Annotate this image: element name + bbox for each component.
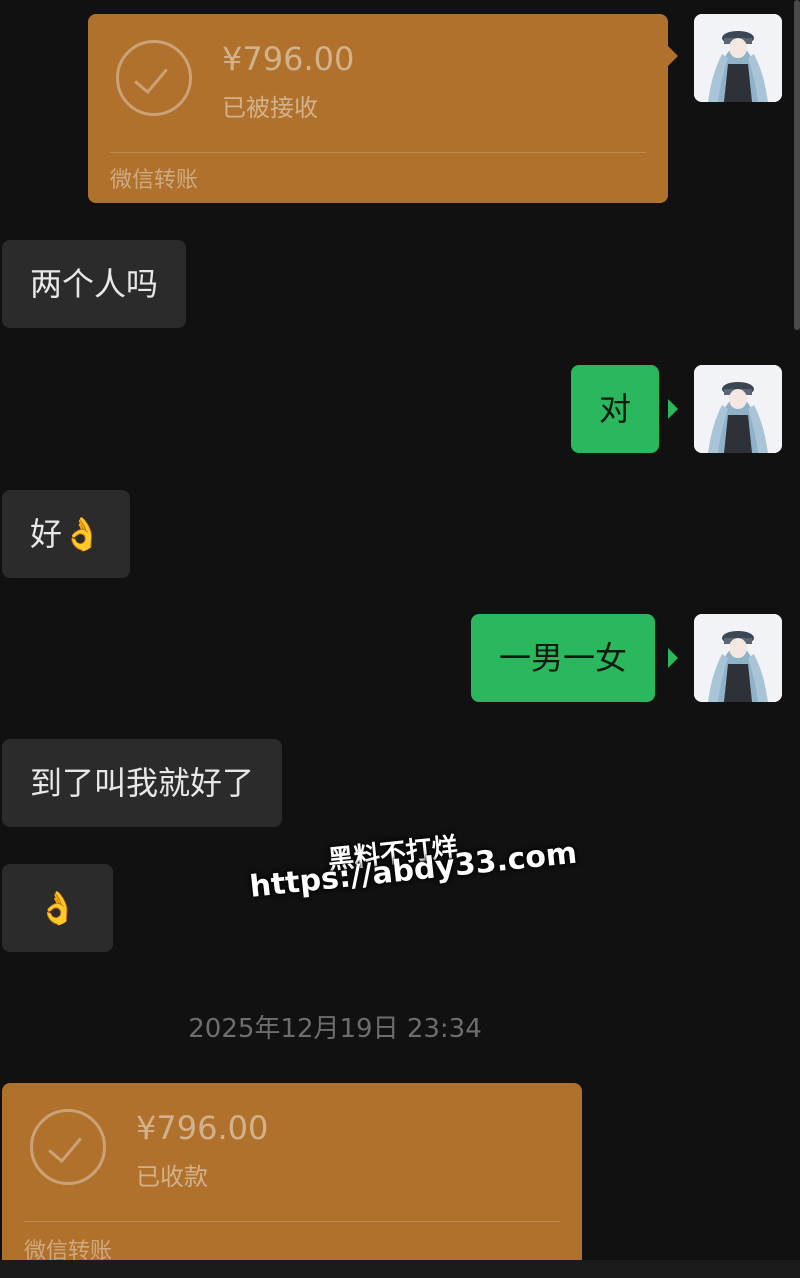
avatar[interactable] xyxy=(694,614,782,702)
transfer-card-sent[interactable]: ¥796.00 已被接收 微信转账 xyxy=(88,14,668,203)
transfer-status: 已被接收 xyxy=(222,94,318,122)
transfer-amount: ¥796.00 xyxy=(136,1109,269,1147)
check-circle-icon xyxy=(30,1109,106,1185)
check-circle-icon xyxy=(116,40,192,116)
avatar[interactable] xyxy=(694,365,782,453)
bubble-tail xyxy=(668,648,678,668)
message-incoming[interactable]: 👌 xyxy=(2,864,113,952)
anime-avatar-icon xyxy=(694,365,782,453)
avatar[interactable] xyxy=(694,14,782,102)
anime-avatar-icon xyxy=(694,14,782,102)
transfer-divider xyxy=(110,152,646,153)
message-outgoing[interactable]: 一男一女 xyxy=(471,614,656,702)
message-incoming[interactable]: 好👌 xyxy=(2,490,130,578)
transfer-status: 已收款 xyxy=(136,1163,208,1191)
scrollbar[interactable] xyxy=(794,0,800,330)
transfer-amount: ¥796.00 xyxy=(222,40,355,78)
bottom-bar xyxy=(0,1260,800,1278)
message-incoming[interactable]: 两个人吗 xyxy=(2,240,187,328)
message-incoming[interactable]: 到了叫我就好了 xyxy=(2,739,283,827)
transfer-card-received[interactable]: ¥796.00 已收款 微信转账 xyxy=(2,1083,582,1278)
transfer-label: 微信转账 xyxy=(110,168,199,193)
transfer-divider xyxy=(24,1221,560,1222)
bubble-tail xyxy=(668,46,678,66)
bubble-tail xyxy=(668,399,678,419)
anime-avatar-icon xyxy=(694,614,782,702)
message-outgoing[interactable]: 对 xyxy=(571,365,660,453)
message-timestamp: 2025年12月19日 23:34 xyxy=(188,1014,482,1044)
